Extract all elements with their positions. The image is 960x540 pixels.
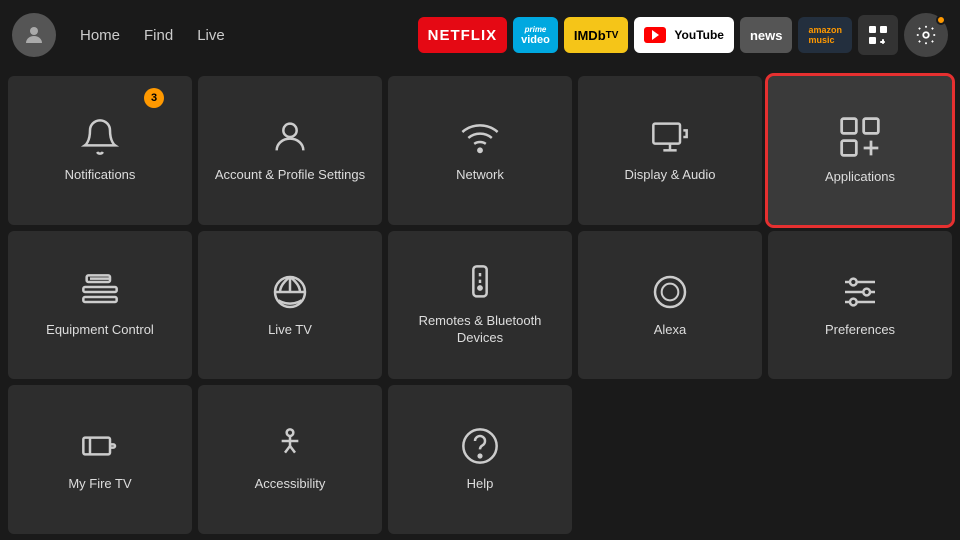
app-news[interactable]: news bbox=[740, 17, 793, 53]
accessibility-label: Accessibility bbox=[255, 476, 326, 493]
gear-notification-dot bbox=[936, 15, 946, 25]
live-tv-label: Live TV bbox=[268, 322, 312, 339]
nav-live[interactable]: Live bbox=[197, 27, 225, 44]
alexa-label: Alexa bbox=[654, 322, 687, 339]
grid-item-help[interactable]: Help bbox=[388, 385, 572, 534]
grid-item-notifications[interactable]: 3 Notifications bbox=[8, 76, 192, 225]
youtube-play-icon bbox=[644, 27, 666, 43]
equipment-control-label: Equipment Control bbox=[46, 322, 154, 339]
display-audio-label: Display & Audio bbox=[624, 167, 715, 184]
grid-icon-button[interactable] bbox=[858, 15, 898, 55]
grid-item-preferences[interactable]: Preferences bbox=[768, 231, 952, 380]
app-netflix[interactable]: NETFLIX bbox=[418, 17, 508, 53]
empty-slot-1 bbox=[578, 385, 762, 534]
notifications-label: Notifications bbox=[65, 167, 136, 184]
network-label: Network bbox=[456, 167, 504, 184]
avatar[interactable] bbox=[12, 13, 56, 57]
grid-item-my-fire-tv[interactable]: My Fire TV bbox=[8, 385, 192, 534]
grid-item-display-audio[interactable]: Display & Audio bbox=[578, 76, 762, 225]
app-prime-video[interactable]: prime video bbox=[513, 17, 558, 53]
app-icons: NETFLIX prime video IMDb TV YouTube news… bbox=[418, 13, 948, 57]
notification-badge: 3 bbox=[144, 88, 164, 108]
remotes-bluetooth-label: Remotes & Bluetooth Devices bbox=[398, 313, 562, 347]
grid-item-accessibility[interactable]: Accessibility bbox=[198, 385, 382, 534]
grid-item-remotes-bluetooth[interactable]: Remotes & Bluetooth Devices bbox=[388, 231, 572, 380]
app-imdb[interactable]: IMDb TV bbox=[564, 17, 629, 53]
applications-label: Applications bbox=[825, 169, 895, 186]
account-profile-label: Account & Profile Settings bbox=[215, 167, 365, 184]
empty-slot-2 bbox=[768, 385, 952, 534]
nav-find[interactable]: Find bbox=[144, 27, 173, 44]
settings-button[interactable] bbox=[904, 13, 948, 57]
grid-item-account-profile[interactable]: Account & Profile Settings bbox=[198, 76, 382, 225]
grid-item-alexa[interactable]: Alexa bbox=[578, 231, 762, 380]
app-youtube[interactable]: YouTube bbox=[634, 17, 734, 53]
settings-grid: 3 Notifications Account & Profile Settin… bbox=[0, 70, 960, 540]
topbar: Home Find Live NETFLIX prime video IMDb … bbox=[0, 0, 960, 70]
grid-item-equipment-control[interactable]: Equipment Control bbox=[8, 231, 192, 380]
app-amazon-music[interactable]: amazonmusic bbox=[798, 17, 852, 53]
grid-item-live-tv[interactable]: Live TV bbox=[198, 231, 382, 380]
help-label: Help bbox=[467, 476, 494, 493]
nav-links: Home Find Live bbox=[80, 27, 225, 44]
nav-home[interactable]: Home bbox=[80, 27, 120, 44]
preferences-label: Preferences bbox=[825, 322, 895, 339]
grid-item-applications[interactable]: Applications bbox=[768, 76, 952, 225]
grid-item-network[interactable]: Network bbox=[388, 76, 572, 225]
my-fire-tv-label: My Fire TV bbox=[68, 476, 131, 493]
